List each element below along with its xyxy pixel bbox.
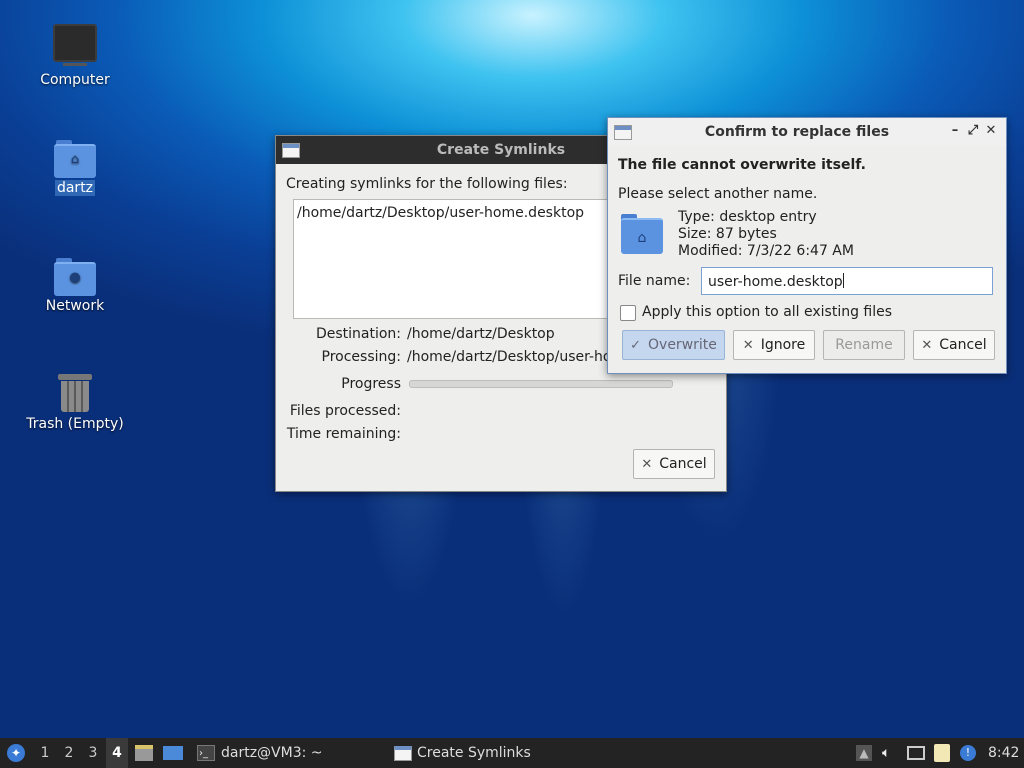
confirm-replace-window: Confirm to replace files – ⤢ ✕ The file ca…	[607, 117, 1007, 374]
close-icon: ✕	[641, 456, 653, 472]
window-icon	[394, 745, 412, 761]
destination-label: Destination:	[315, 326, 401, 342]
destination-value: /home/dartz/Desktop	[407, 326, 555, 342]
close-icon: ✕	[921, 337, 933, 353]
app-menu-icon: ✦	[7, 744, 25, 762]
clipboard-icon[interactable]	[934, 744, 950, 762]
list-item[interactable]: /home/dartz/Desktop/user-home.desktop	[297, 205, 584, 221]
confirm-titlebar[interactable]: Confirm to replace files – ⤢ ✕	[608, 118, 1006, 146]
desktop-icon-label: Computer	[40, 72, 110, 88]
desktop-icon-label: dartz	[54, 180, 96, 196]
desktop-icon-network[interactable]: ● Network	[20, 258, 130, 314]
progress-bar	[409, 380, 673, 388]
home-folder-icon: ⌂	[54, 140, 96, 178]
taskbar: ✦ 1 2 3 4 ›_ dartz@VM3: ~ Create Symlink…	[0, 738, 1024, 768]
button-label: Rename	[835, 337, 893, 353]
task-terminal[interactable]: ›_ dartz@VM3: ~	[193, 738, 323, 768]
window-controls: – ⤢ ✕	[946, 123, 1000, 138]
trash-icon	[58, 374, 92, 412]
maximize-icon[interactable]: ⤢	[964, 123, 982, 138]
network-icon[interactable]	[907, 746, 925, 760]
processing-label: Processing:	[321, 349, 401, 365]
button-label: Ignore	[760, 337, 806, 353]
task-label: Create Symlinks	[417, 745, 531, 761]
file-modified: Modified: 7/3/22 6:47 AM	[678, 243, 854, 259]
rename-button[interactable]: Rename	[823, 330, 905, 360]
workspace-4[interactable]: 4	[106, 738, 128, 768]
button-label: Cancel	[659, 456, 707, 472]
desktop-icon-computer[interactable]: Computer	[20, 24, 130, 88]
processing-value: /home/dartz/Desktop/user-home.desktop	[407, 349, 617, 365]
error-heading: The file cannot overwrite itself.	[618, 157, 866, 173]
instruction-text: Please select another name.	[618, 186, 818, 202]
desktop-icon	[163, 746, 183, 760]
progress-label: Progress	[341, 376, 401, 392]
notification-icon[interactable]: !	[960, 745, 976, 761]
desktop-icon-label: Trash (Empty)	[26, 416, 124, 432]
ignore-button[interactable]: ✕ Ignore	[733, 330, 815, 360]
network-folder-icon: ●	[54, 258, 96, 296]
overwrite-button[interactable]: ✓ Overwrite	[622, 330, 725, 360]
filename-input[interactable]: user-home.desktop	[701, 267, 993, 295]
show-desktop-button[interactable]	[162, 738, 184, 768]
button-label: Overwrite	[648, 337, 717, 353]
time-remaining-label: Time remaining:	[286, 426, 401, 442]
file-manager-icon	[135, 745, 153, 761]
button-label: Cancel	[939, 337, 987, 353]
desktop-icon-trash[interactable]: Trash (Empty)	[20, 374, 130, 432]
minimize-icon[interactable]: –	[946, 123, 964, 138]
desktop-icon-home[interactable]: ⌂ dartz	[20, 140, 130, 196]
workspace-2[interactable]: 2	[58, 738, 80, 768]
task-create-symlinks[interactable]: Create Symlinks	[394, 738, 531, 768]
tray-expand-icon[interactable]: ▲	[856, 745, 872, 761]
files-processed-label: Files processed:	[289, 403, 401, 419]
clock[interactable]: 8:42	[988, 738, 1019, 768]
symlinks-heading: Creating symlinks for the following file…	[286, 176, 568, 192]
task-label: dartz@VM3: ~	[221, 745, 323, 761]
desktop-entry-icon: ⌂	[621, 214, 663, 254]
terminal-icon: ›_	[197, 745, 215, 761]
computer-icon	[53, 24, 97, 66]
file-type: Type: desktop entry	[678, 209, 817, 225]
workspace-3[interactable]: 3	[82, 738, 104, 768]
cancel-button[interactable]: ✕ Cancel	[913, 330, 995, 360]
filename-label: File name:	[618, 273, 691, 289]
close-icon: ✕	[742, 337, 754, 353]
desktop-icon-label: Network	[45, 298, 105, 314]
workspace-1[interactable]: 1	[34, 738, 56, 768]
apply-all-checkbox[interactable]	[620, 305, 636, 321]
close-icon[interactable]: ✕	[982, 123, 1000, 138]
volume-icon[interactable]: 🔈︎	[882, 745, 898, 761]
check-icon: ✓	[630, 337, 642, 353]
window-title: Confirm to replace files	[704, 124, 890, 140]
cancel-button[interactable]: ✕ Cancel	[633, 449, 715, 479]
file-size: Size: 87 bytes	[678, 226, 777, 242]
start-menu-button[interactable]: ✦	[4, 738, 28, 768]
file-manager-launcher[interactable]	[134, 738, 154, 768]
apply-all-label[interactable]: Apply this option to all existing files	[642, 304, 892, 320]
